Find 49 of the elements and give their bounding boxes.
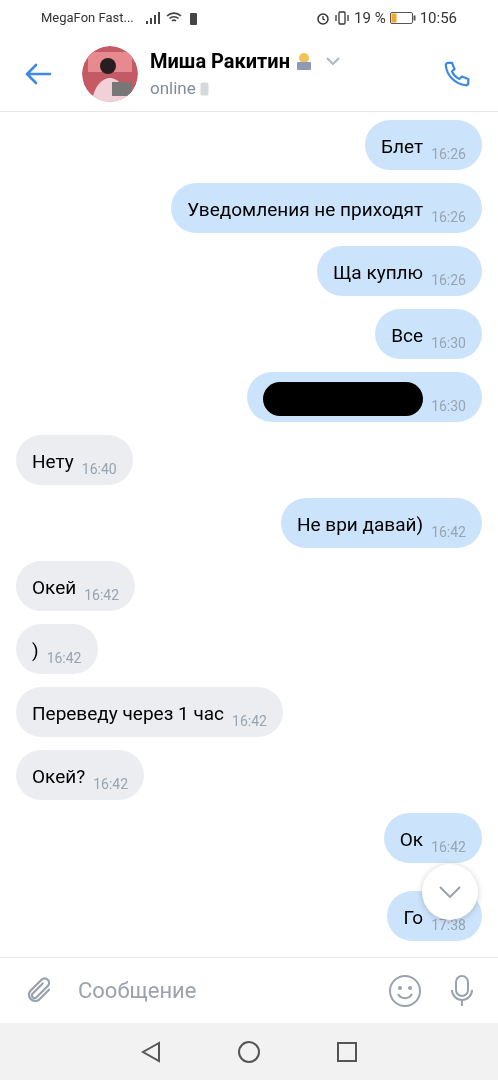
message-time: 16:42: [431, 525, 466, 539]
person-laptop-icon: [294, 50, 314, 71]
chevron-down-icon: [439, 886, 461, 898]
message-text: Окей: [32, 578, 77, 597]
carrier-name: MegaFon Fast...: [41, 9, 134, 28]
message-time: 16:42: [93, 777, 129, 791]
recents-icon[interactable]: [337, 1041, 357, 1062]
message-text: Нету: [32, 452, 74, 471]
message-text: Ща куплю: [332, 263, 424, 282]
battery-percent: 19 %: [354, 7, 386, 29]
message-time: 16:42: [431, 840, 466, 854]
contact-name: Миша Ракитин: [150, 47, 290, 75]
message-text: ): [32, 641, 39, 660]
avatar[interactable]: [82, 45, 138, 102]
chevron-down-icon[interactable]: [326, 56, 340, 65]
message-text: Переведу через 1 час: [32, 704, 224, 723]
message-text: Уведомления не приходят: [187, 200, 424, 219]
microphone-icon[interactable]: [450, 973, 474, 1008]
home-icon[interactable]: [237, 1039, 261, 1064]
message-text: Го: [403, 908, 424, 927]
message-time: 16:30: [431, 399, 466, 413]
message-time: 16:26: [431, 210, 466, 224]
message-text: Окей?: [32, 767, 86, 786]
vibrate-icon: [334, 11, 351, 25]
message-text: Не ври давай): [297, 515, 424, 534]
scroll-down-button[interactable]: [422, 864, 478, 920]
back-arrow-icon[interactable]: [24, 61, 52, 86]
message-text: Ок: [399, 830, 424, 849]
alarm-icon: [316, 11, 331, 25]
phone-icon: [199, 81, 209, 96]
back-icon[interactable]: [141, 1040, 161, 1063]
battery-icon: [389, 12, 416, 24]
message-time: 16:42: [84, 588, 120, 602]
clock-time: 10:56: [419, 7, 457, 29]
message-text: Все: [391, 326, 424, 345]
message-time: 16:42: [232, 714, 267, 728]
message-time: 16:30: [431, 336, 466, 350]
message-text: Блет: [381, 137, 424, 156]
message-time: 16:40: [81, 462, 117, 476]
signal-icon: [145, 12, 162, 24]
battery-icon: [189, 11, 197, 25]
message-time: 17:38: [431, 918, 466, 932]
message-time: 16:26: [431, 147, 466, 161]
wifi-icon: [165, 12, 182, 24]
smiley-icon[interactable]: [388, 973, 422, 1008]
presence-status: online: [150, 76, 196, 100]
message-time: 16:26: [431, 273, 466, 287]
message-time: 16:42: [46, 651, 82, 665]
message-input[interactable]: Сообщение: [78, 974, 388, 1007]
